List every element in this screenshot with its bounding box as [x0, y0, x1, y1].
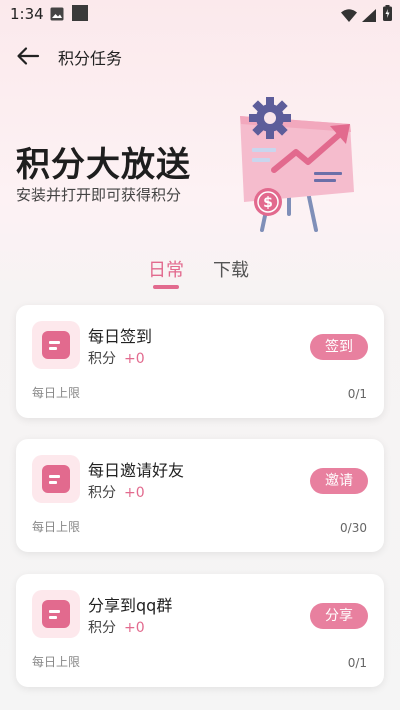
presentation-board-illustration: $: [222, 90, 372, 240]
hero-title: 积分大放送: [16, 145, 191, 185]
task-card-daily-checkin: 每日签到 积分 +0 签到 每日上限 0/1: [16, 305, 384, 418]
active-tab-indicator: [153, 285, 179, 289]
task-name: 每日邀请好友: [88, 461, 185, 480]
task-name: 分享到qq群: [88, 596, 173, 615]
square-notification-icon: [72, 5, 88, 25]
tab-download[interactable]: 下载: [213, 256, 249, 282]
tab-daily[interactable]: 日常: [148, 256, 184, 282]
daily-limit-value: 0/1: [347, 656, 367, 670]
share-button[interactable]: 分享: [310, 603, 368, 629]
invite-button[interactable]: 邀请: [310, 468, 368, 494]
task-name: 每日签到: [88, 327, 153, 346]
battery-icon: [383, 5, 392, 25]
checkin-button[interactable]: 签到: [310, 334, 368, 360]
hero-subtitle: 安装并打开即可获得积分: [16, 186, 182, 204]
points-label: 积分: [88, 351, 116, 367]
task-tabs: 日常 下载: [0, 256, 400, 296]
page-title: 积分任务: [58, 49, 123, 68]
wifi-icon: [341, 7, 357, 26]
app-header: 积分任务: [0, 36, 400, 76]
points-value: +0: [124, 620, 145, 636]
task-points: 积分 +0: [88, 348, 145, 368]
task-card-share-qq-group: 分享到qq群 积分 +0 分享 每日上限 0/1: [16, 574, 384, 687]
task-points: 积分 +0: [88, 482, 145, 502]
daily-limit-value: 0/1: [347, 387, 367, 401]
svg-text:$: $: [263, 195, 273, 211]
arrow-left-icon: [17, 47, 40, 65]
points-label: 积分: [88, 620, 116, 636]
points-value: +0: [124, 351, 145, 367]
daily-limit-label: 每日上限: [32, 386, 81, 400]
task-list-icon: [32, 321, 80, 369]
daily-limit-value: 0/30: [340, 521, 367, 535]
signal-icon: [362, 7, 376, 26]
task-list-icon: [32, 455, 80, 503]
status-time: 1:34: [10, 5, 44, 23]
daily-limit-label: 每日上限: [32, 655, 81, 669]
back-button[interactable]: [14, 42, 42, 70]
points-label: 积分: [88, 485, 116, 501]
task-list-icon: [32, 590, 80, 638]
points-value: +0: [124, 485, 145, 501]
daily-limit-label: 每日上限: [32, 520, 81, 534]
task-card-invite-friends: 每日邀请好友 积分 +0 邀请 每日上限 0/30: [16, 439, 384, 552]
image-notification-icon: [50, 6, 64, 25]
task-points: 积分 +0: [88, 617, 145, 637]
status-bar: 1:34: [0, 0, 400, 28]
